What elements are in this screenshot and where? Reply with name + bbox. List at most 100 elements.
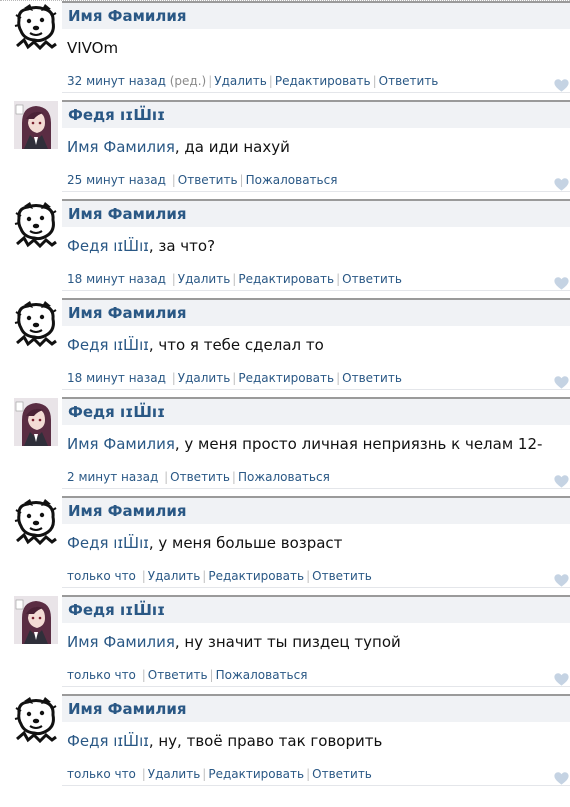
comment-divider: [62, 290, 570, 291]
author-link[interactable]: Имя Фамилия: [68, 304, 187, 322]
comment-header: Федя ıɪШ̈ıɪ: [62, 100, 570, 128]
reply-link[interactable]: Ответить: [342, 371, 402, 385]
message-text: , ну значит ты пиздец тупой: [174, 633, 401, 651]
delete-link[interactable]: Удалить: [214, 74, 267, 88]
action-separator: |: [231, 470, 236, 484]
delete-link[interactable]: Удалить: [148, 569, 201, 583]
edit-link[interactable]: Редактировать: [275, 74, 371, 88]
comment-text: Федя ıɪШ̈ıɪ, у меня больше возраст: [67, 534, 342, 552]
comment-text: Федя ıɪШ̈ıɪ, за что?: [67, 237, 215, 255]
comment-2: Федя ıɪШ̈ıɪ Имя Фамилия, да иди нахуй 25…: [0, 100, 570, 199]
action-separator: |: [239, 173, 244, 187]
mention-link[interactable]: Имя Фамилия: [67, 633, 175, 651]
comment-divider: [62, 191, 570, 192]
message-text: VIVOm: [67, 39, 119, 57]
report-link[interactable]: Пожаловаться: [238, 470, 330, 484]
timestamp-link[interactable]: только что: [67, 767, 136, 781]
comment-actions: 18 минут назад | Удалить | Редактировать | От…: [67, 371, 402, 385]
action-separator: |: [336, 272, 341, 286]
dog-avatar[interactable]: [14, 299, 58, 347]
comment-divider: [62, 785, 570, 786]
mention-link[interactable]: Федя ıɪШ̈ıɪ: [67, 732, 149, 750]
comment-text: Имя Фамилия, у меня просто личная неприя…: [67, 435, 542, 453]
edit-link[interactable]: Редактировать: [208, 767, 304, 781]
author-link[interactable]: Федя ıɪШ̈ıɪ: [68, 403, 165, 421]
heart-icon[interactable]: [554, 176, 569, 191]
reply-link[interactable]: Ответить: [379, 74, 439, 88]
comment-actions: только что | Ответить | Пожаловаться: [67, 668, 307, 682]
dog-avatar[interactable]: [14, 2, 58, 50]
reply-link[interactable]: Ответить: [312, 569, 372, 583]
mention-link[interactable]: Федя ıɪШ̈ıɪ: [67, 336, 149, 354]
author-link[interactable]: Федя ıɪШ̈ıɪ: [68, 106, 165, 124]
dog-avatar[interactable]: [14, 497, 58, 545]
timestamp-link[interactable]: 25 минут назад: [67, 173, 166, 187]
heart-icon[interactable]: [554, 275, 569, 290]
reply-link[interactable]: Ответить: [342, 272, 402, 286]
comment-header: Федя ıɪШ̈ıɪ: [62, 595, 570, 623]
action-separator: |: [209, 668, 214, 682]
reply-link[interactable]: Ответить: [170, 470, 230, 484]
heart-icon[interactable]: [554, 671, 569, 686]
message-text: , да иди нахуй: [174, 138, 290, 156]
edit-link[interactable]: Редактировать: [238, 371, 334, 385]
timestamp-link[interactable]: 2 минут назад: [67, 470, 158, 484]
heart-icon[interactable]: [554, 473, 569, 488]
anime-avatar[interactable]: [14, 101, 58, 149]
author-link[interactable]: Федя ıɪШ̈ıɪ: [68, 601, 165, 619]
author-link[interactable]: Имя Фамилия: [68, 7, 187, 25]
comment-1: Имя Фамилия VIVOm 32 минут назад (ред.) |…: [0, 1, 570, 100]
comment-actions: 2 минут назад | Ответить | Пожаловаться: [67, 470, 330, 484]
edited-label: (ред.): [169, 74, 207, 88]
timestamp-link[interactable]: 18 минут назад: [67, 272, 166, 286]
comment-header: Имя Фамилия: [62, 298, 570, 326]
heart-icon[interactable]: [554, 77, 569, 92]
action-separator: |: [208, 74, 213, 88]
action-separator: |: [141, 569, 146, 583]
timestamp-link[interactable]: 32 минут назад: [67, 74, 166, 88]
heart-icon[interactable]: [554, 572, 569, 587]
action-separator: |: [141, 767, 146, 781]
comment-header: Имя Фамилия: [62, 694, 570, 722]
dog-avatar[interactable]: [14, 200, 58, 248]
comment-header: Имя Фамилия: [62, 496, 570, 524]
comment-actions: только что | Удалить | Редактировать | Ответи…: [67, 767, 372, 781]
delete-link[interactable]: Удалить: [178, 272, 231, 286]
timestamp-link[interactable]: 18 минут назад: [67, 371, 166, 385]
reply-link[interactable]: Ответить: [178, 173, 238, 187]
edit-link[interactable]: Редактировать: [208, 569, 304, 583]
anime-avatar[interactable]: [14, 596, 58, 644]
report-link[interactable]: Пожаловаться: [246, 173, 338, 187]
message-text: , за что?: [148, 237, 216, 255]
heart-icon[interactable]: [554, 770, 569, 785]
comment-6: Имя Фамилия Федя ıɪШ̈ıɪ, у меня больше в…: [0, 496, 570, 595]
mention-link[interactable]: Имя Фамилия: [67, 435, 175, 453]
delete-link[interactable]: Удалить: [148, 767, 201, 781]
reply-link[interactable]: Ответить: [312, 767, 372, 781]
reply-link[interactable]: Ответить: [148, 668, 208, 682]
anime-avatar[interactable]: [14, 398, 58, 446]
timestamp-link[interactable]: только что: [67, 668, 136, 682]
mention-link[interactable]: Федя ıɪШ̈ıɪ: [67, 534, 149, 552]
mention-link[interactable]: Федя ıɪШ̈ıɪ: [67, 237, 149, 255]
action-separator: |: [171, 371, 176, 385]
comment-text: Федя ıɪШ̈ıɪ, что я тебе сделал то: [67, 336, 324, 354]
comment-header: Имя Фамилия: [62, 199, 570, 227]
comment-divider: [62, 587, 570, 588]
dog-avatar[interactable]: [14, 695, 58, 743]
action-separator: |: [372, 74, 377, 88]
comment-3: Имя Фамилия Федя ıɪШ̈ıɪ, за что? 18 мину…: [0, 199, 570, 298]
edit-link[interactable]: Редактировать: [238, 272, 334, 286]
comment-5: Федя ıɪШ̈ıɪ Имя Фамилия, у меня просто л…: [0, 397, 570, 496]
mention-link[interactable]: Имя Фамилия: [67, 138, 175, 156]
report-link[interactable]: Пожаловаться: [216, 668, 308, 682]
heart-icon[interactable]: [554, 374, 569, 389]
action-separator: |: [141, 668, 146, 682]
delete-link[interactable]: Удалить: [178, 371, 231, 385]
author-link[interactable]: Имя Фамилия: [68, 502, 187, 520]
author-link[interactable]: Имя Фамилия: [68, 205, 187, 223]
author-link[interactable]: Имя Фамилия: [68, 700, 187, 718]
comment-actions: 18 минут назад | Удалить | Редактировать | От…: [67, 272, 402, 286]
timestamp-link[interactable]: только что: [67, 569, 136, 583]
action-separator: |: [164, 470, 169, 484]
